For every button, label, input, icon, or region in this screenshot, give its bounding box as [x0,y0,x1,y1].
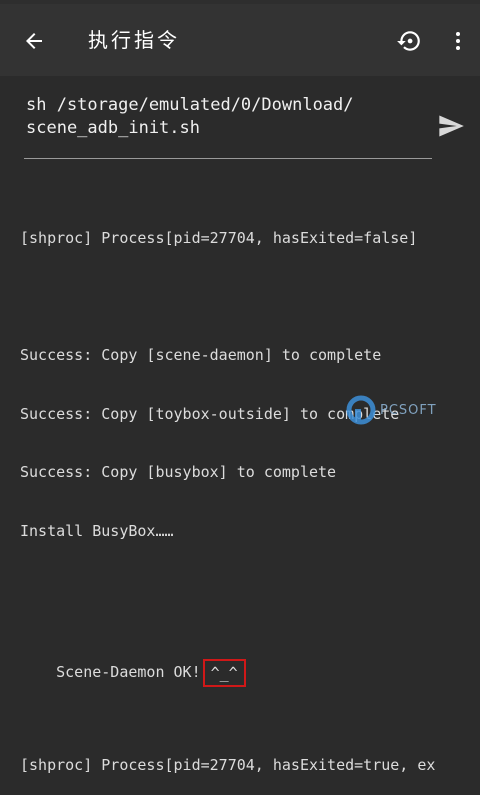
command-output: [shproc] Process[pid=27704, hasExited=fa… [20,190,480,795]
output-line: Install BusyBox…… [20,521,174,540]
watermark-icon [346,395,376,425]
history-button[interactable] [389,21,429,61]
history-icon [397,31,420,51]
command-input[interactable]: sh /storage/emulated/0/Download/ scene_a… [26,94,426,140]
app-bar: 执行指令 [0,4,480,76]
output-line: [shproc] Process[pid=27704, hasExited=fa… [20,229,418,247]
back-button[interactable] [14,21,54,61]
command-input-area: sh /storage/emulated/0/Download/ scene_a… [0,76,480,176]
input-underline [24,158,432,159]
more-vert-icon [456,32,460,50]
arrow-back-icon [26,33,42,49]
page-title: 执行指令 [88,28,180,52]
output-line: Success: Copy [busybox] to complete [20,463,337,481]
send-icon [439,115,464,137]
smiley-highlight: ^_^ [202,659,246,687]
output-line: Success: Copy [scene-daemon] to complete [20,346,382,364]
output-line: [shproc] Process[pid=27704, hasExited=tr… [20,755,436,774]
daemon-ok-line: Scene-Daemon OK! ^_^ [20,639,480,687]
more-options-button[interactable] [440,21,476,61]
send-button[interactable] [432,108,470,144]
watermark-logo: PCSOFT [346,392,480,428]
daemon-ok-text: Scene-Daemon OK! [56,663,201,681]
